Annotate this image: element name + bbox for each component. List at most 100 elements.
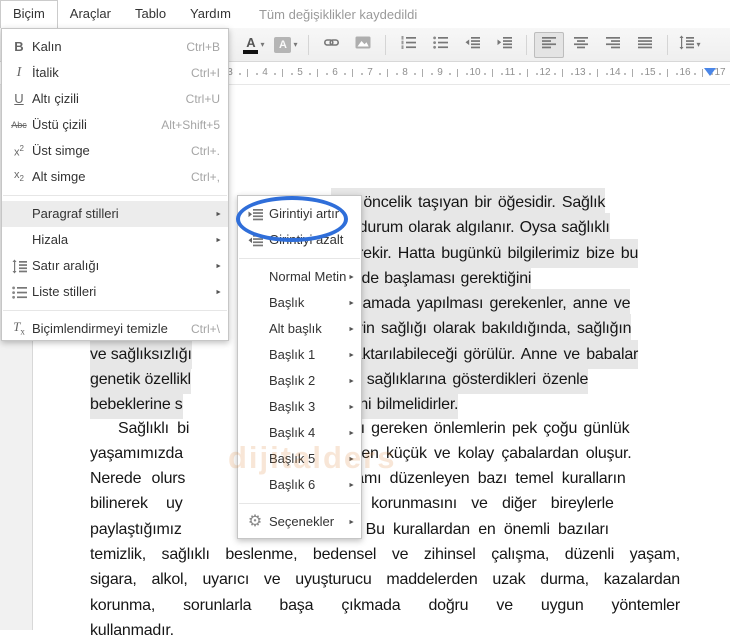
superscript-icon: x2 — [14, 144, 24, 159]
menu-item-shortcut: Alt+Shift+5 — [161, 118, 220, 132]
ruler-tick — [562, 69, 563, 77]
highlight-color-button[interactable]: A ▾ — [271, 32, 301, 58]
submenu-arrow-icon: ► — [348, 430, 355, 437]
ruler-tick — [571, 73, 573, 75]
line-spacing-button[interactable]: ▾ — [675, 32, 705, 58]
justify-button[interactable] — [630, 32, 660, 58]
paragraph-styles-item-başlık[interactable]: Başlık ► — [238, 290, 361, 316]
align-right-button[interactable] — [598, 32, 628, 58]
text-segment: yaşamımızda — [90, 445, 183, 462]
decrease-indent-button[interactable] — [457, 32, 487, 58]
ruler-tick — [501, 73, 503, 75]
numbered-list-button[interactable] — [393, 32, 423, 58]
outdent-icon — [465, 35, 480, 55]
increase-indent-button[interactable] — [489, 32, 519, 58]
ruler-number: 4 — [262, 67, 268, 78]
ruler-number: 10 — [469, 67, 481, 78]
ruler-number: 15 — [644, 67, 656, 78]
ruler-tick — [431, 73, 433, 75]
ruler-tick — [361, 73, 363, 75]
paragraph-styles-item-başlık-3[interactable]: Başlık 3 ► — [238, 394, 361, 420]
text-line: sigara, alkol, uyarıcı ve uyuşturucu mad… — [90, 571, 680, 588]
format-menu-item-üstü-çizili[interactable]: Abc Üstü çizili Alt+Shift+5 — [2, 112, 228, 138]
ruler-tick — [414, 73, 416, 75]
menu-item-label: Başlık 3 — [269, 399, 316, 414]
paragraph-styles-item-başlık-4[interactable]: Başlık 4 ► — [238, 420, 361, 446]
menubar-item-biçim[interactable]: Biçim — [0, 0, 58, 28]
paragraph-styles-item-başlık-2[interactable]: Başlık 2 ► — [238, 368, 361, 394]
toolbar-separator — [308, 34, 309, 55]
format-menu-item-üst-simge[interactable]: x2 Üst simge Ctrl+. — [2, 138, 228, 164]
menu-item-shortcut: Ctrl+. — [190, 144, 220, 158]
text-segment: ereken küçük ve kolay çabalardan oluşur. — [331, 445, 632, 462]
ruler-number: 11 — [504, 67, 516, 78]
ruler-tick — [352, 69, 353, 77]
ruler-number: 5 — [297, 67, 303, 78]
format-menu-item-satır-aralığı[interactable]: Satır aralığı ► — [2, 253, 228, 279]
paragraph-styles-item-alt-başlık[interactable]: Alt başlık ► — [238, 316, 361, 342]
submenu-arrow-icon: ► — [348, 378, 355, 385]
insert-image-button[interactable] — [348, 32, 378, 58]
format-menu-item-i̇talik[interactable]: I İtalik Ctrl+I — [2, 60, 228, 86]
ruler-tick — [554, 73, 556, 75]
menu-item-label: Kalın — [32, 39, 62, 54]
bold-icon: B — [14, 39, 24, 54]
strikethrough-icon: Abc — [11, 120, 27, 130]
toolbar-separator — [385, 34, 386, 55]
paragraph-styles-item-başlık-1[interactable]: Başlık 1 ► — [238, 342, 361, 368]
menu-bar: Biçim Araçlar Tablo Yardım Tüm değişiklikler… — [0, 0, 730, 28]
format-menu-item-kalın[interactable]: B Kalın Ctrl+B — [2, 34, 228, 60]
format-menu-dropdown: B Kalın Ctrl+B I İtalik Ctrl+I U Altı çizili Ctr… — [1, 28, 229, 341]
text-line: temizlik, sağlıklı beslenme, bedensel ve… — [90, 546, 680, 563]
text-segment: sillerin sağlığı olarak bakıldığında, sa… — [331, 314, 632, 344]
menubar-item-araçlar[interactable]: Araçlar — [58, 1, 123, 27]
ruler-tick — [422, 69, 423, 77]
menu-item-label: Başlık 5 — [269, 451, 316, 466]
paragraph-styles-item-normal-metin[interactable]: Normal Metin ► — [238, 264, 361, 290]
format-menu-item-liste-stilleri[interactable]: Liste stilleri ► — [2, 279, 228, 305]
format-menu-item-alt-simge[interactable]: x2 Alt simge Ctrl+, — [2, 164, 228, 190]
menubar-item-yardım[interactable]: Yardım — [178, 1, 243, 27]
format-menu-item-hizala[interactable]: Hizala ► — [2, 227, 228, 253]
submenu-arrow-icon: ► — [215, 237, 222, 244]
link-icon — [323, 35, 339, 55]
ruler-tick — [291, 73, 293, 75]
ruler-tick — [606, 73, 608, 75]
text-color-button[interactable]: A ▾ — [239, 32, 269, 58]
dropdown-caret-icon: ▾ — [696, 40, 701, 49]
dropdown-caret-icon: ▾ — [260, 40, 265, 49]
menu-item-shortcut: Ctrl+U — [185, 92, 220, 106]
menu-separator — [3, 195, 227, 196]
image-icon — [355, 35, 371, 55]
insert-link-button[interactable] — [316, 32, 346, 58]
right-indent-marker[interactable] — [704, 68, 716, 76]
bulleted-list-icon — [432, 35, 448, 55]
ruler-tick — [597, 69, 598, 77]
menu-separator — [239, 503, 360, 504]
menu-item-shortcut: Ctrl+I — [190, 66, 220, 80]
align-center-icon — [573, 35, 589, 55]
text-line: kullanmadır. — [0, 618, 698, 643]
align-center-button[interactable] — [566, 32, 596, 58]
format-menu-item-biçimlendirmeyi-temizle[interactable]: Tx Biçimlendirmeyi temizle Ctrl+\ — [2, 316, 228, 342]
ruler-number: 14 — [609, 67, 621, 78]
subscript-icon: x2 — [14, 168, 24, 184]
dropdown-caret-icon: ▾ — [293, 40, 298, 49]
menu-item-label: Paragraf stilleri — [32, 206, 119, 221]
ruler-tick — [449, 73, 451, 75]
format-menu-item-paragraf-stilleri[interactable]: Paragraf stilleri ► — [2, 201, 228, 227]
format-menu-item-altı-çizili[interactable]: U Altı çizili Ctrl+U — [2, 86, 228, 112]
line-spacing-icon — [679, 35, 695, 55]
menu-item-label: Hizala — [32, 232, 69, 247]
menubar-item-tablo[interactable]: Tablo — [123, 1, 178, 27]
ruler-number: 12 — [539, 67, 551, 78]
paragraph-styles-item-başlık-6[interactable]: Başlık 6 ► — [238, 472, 361, 498]
paragraph-styles-item-seçenekler[interactable]: ⚙ Seçenekler ► — [238, 509, 361, 535]
menu-item-shortcut: Ctrl+B — [186, 40, 220, 54]
ruler-tick — [641, 73, 643, 75]
align-left-button[interactable] — [534, 31, 564, 58]
paragraph-styles-item-başlık-5[interactable]: Başlık 5 ► — [238, 446, 361, 472]
ruler-number: 16 — [679, 67, 691, 78]
bulleted-list-button[interactable] — [425, 32, 455, 58]
text-segment: tırır. Bu kurallardan en önemli bazıları — [331, 521, 609, 538]
